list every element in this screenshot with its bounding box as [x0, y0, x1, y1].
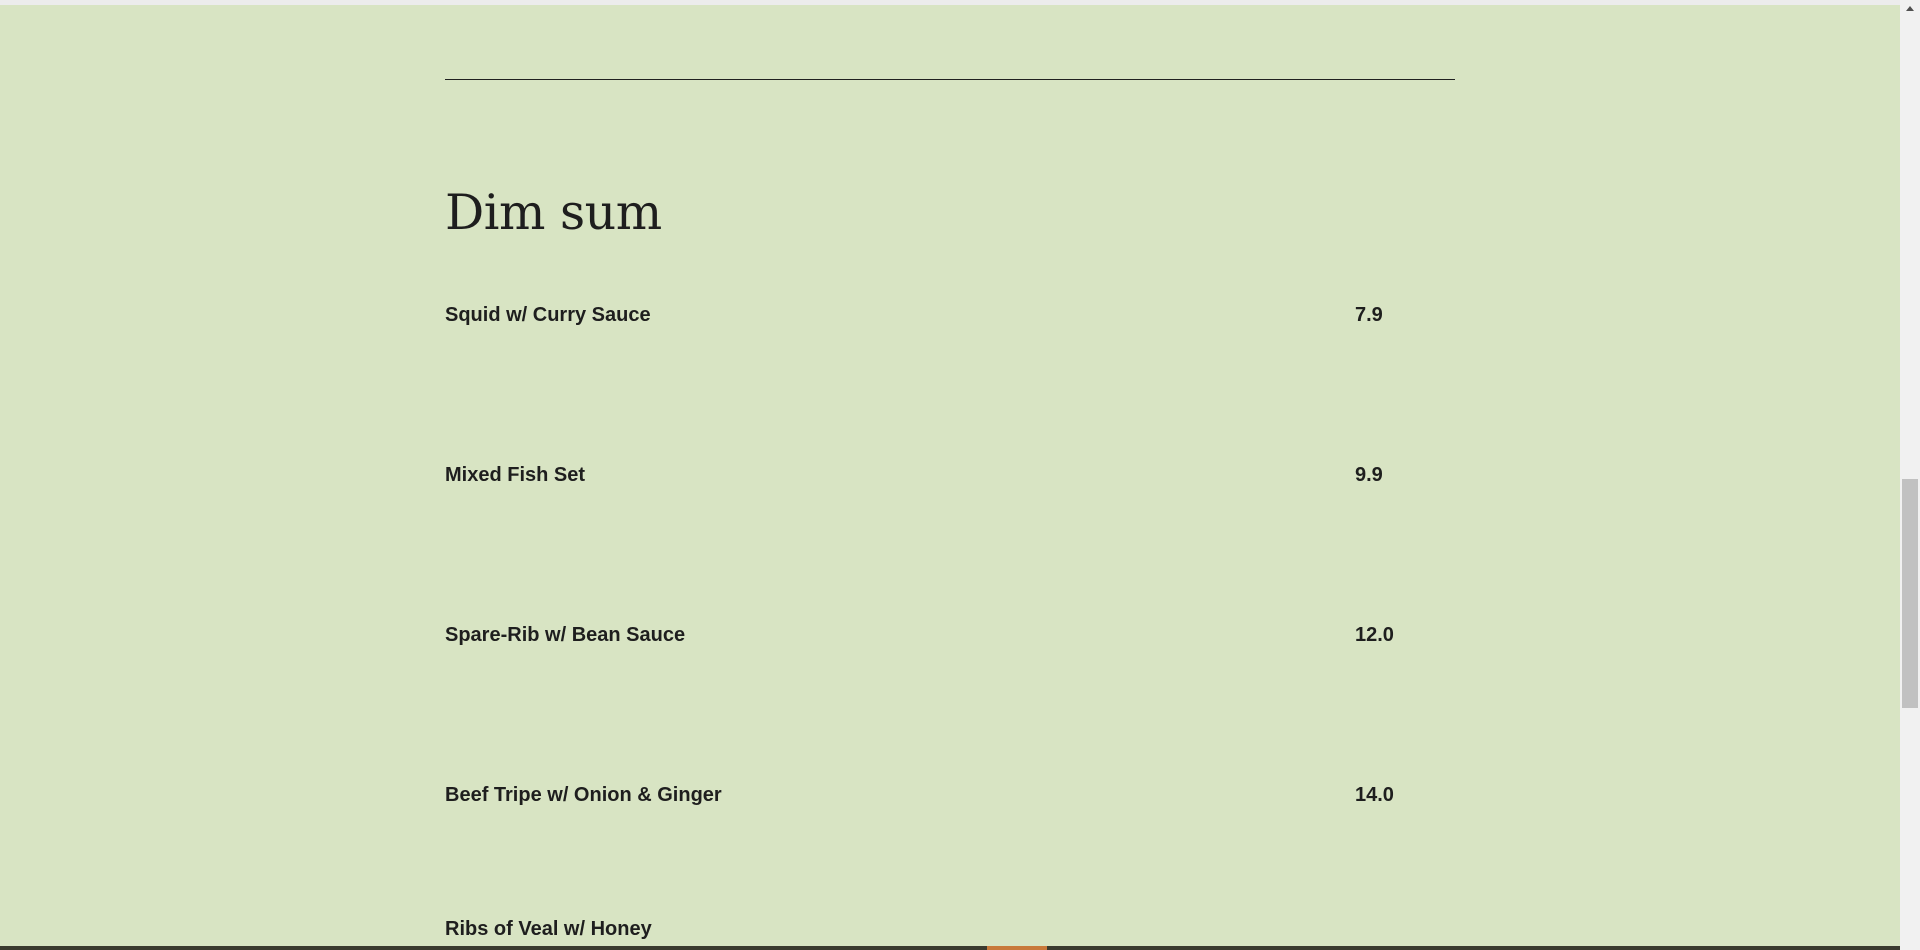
bottom-strip-accent: [987, 946, 1047, 950]
menu-item-name: Mixed Fish Set: [445, 464, 586, 486]
menu-item-name: Spare-Rib w/ Bean Sauce: [445, 624, 686, 646]
scroll-up-arrow-icon[interactable]: [1900, 0, 1920, 17]
menu-item-price: 12.0: [1355, 624, 1394, 646]
menu-item-name: Squid w/ Curry Sauce: [445, 304, 651, 326]
menu-item: Ribs of Veal w/ Honey: [445, 914, 1455, 944]
menu-item-price: 14.0: [1355, 784, 1394, 806]
bottom-image-strip: [0, 946, 1900, 950]
menu-item: Mixed Fish Set 9.9: [445, 460, 1455, 490]
menu-item: Beef Tripe w/ Onion & Ginger 14.0: [445, 780, 1455, 810]
scrollbar-thumb[interactable]: [1902, 479, 1918, 708]
section-title: Dim sum: [445, 184, 662, 241]
vertical-scrollbar[interactable]: [1900, 0, 1920, 950]
section-divider: [445, 79, 1455, 80]
browser-top-edge: [0, 0, 1900, 5]
menu-item: Squid w/ Curry Sauce 7.9: [445, 300, 1455, 330]
menu-item-name: Beef Tripe w/ Onion & Ginger: [445, 784, 722, 806]
menu-item-price: 9.9: [1355, 464, 1383, 486]
menu-item-price: 7.9: [1355, 304, 1383, 326]
menu-item: Spare-Rib w/ Bean Sauce 12.0: [445, 620, 1455, 650]
menu-item-name: Ribs of Veal w/ Honey: [445, 918, 652, 940]
